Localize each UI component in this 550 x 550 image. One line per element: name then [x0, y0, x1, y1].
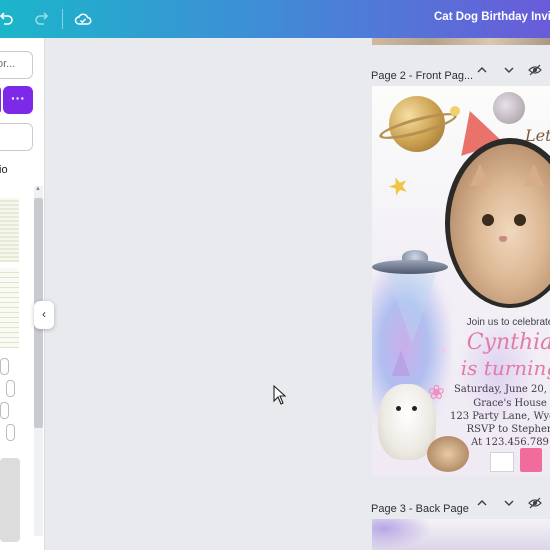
- section-label: io: [0, 164, 8, 176]
- chevron-left-icon: ‹: [42, 307, 46, 321]
- page-2-title[interactable]: Page 2 - Front Pag...: [371, 70, 473, 82]
- template-thumbnail[interactable]: [0, 268, 19, 348]
- party-hat-pompom: [450, 106, 460, 116]
- page-1-preview-edge[interactable]: [372, 38, 550, 45]
- search-placeholder: or...: [0, 58, 16, 70]
- pink-bow-icon[interactable]: ❀: [428, 380, 445, 405]
- venue-text[interactable]: Grace's House: [450, 398, 550, 409]
- birthday-name-text[interactable]: Cynthia: [450, 330, 550, 355]
- sleeping-cat-graphic[interactable]: [427, 436, 469, 472]
- filter-field[interactable]: [0, 123, 33, 151]
- generate-button[interactable]: [0, 86, 1, 114]
- scroll-up-icon[interactable]: ▲: [35, 186, 41, 192]
- cat-ear: [470, 164, 490, 186]
- chevron-up-icon[interactable]: [476, 64, 488, 79]
- event-date-text[interactable]: Saturday, June 20, 2 p: [450, 384, 550, 395]
- dog-eye: [396, 406, 401, 411]
- moon-graphic[interactable]: [493, 92, 525, 124]
- address-text[interactable]: 123 Party Lane, Wyoming: [450, 411, 550, 422]
- chevron-down-icon[interactable]: [503, 497, 515, 512]
- gift-box-graphic[interactable]: [520, 448, 542, 472]
- invitation-page-2[interactable]: ★ ✦ ✦ Let Join us to celebrate Cynthia i…: [372, 86, 550, 476]
- rsvp-text[interactable]: RSVP to Stephen: [450, 424, 550, 435]
- hide-page-icon[interactable]: [528, 497, 542, 512]
- page-3-title[interactable]: Page 3 - Back Page: [371, 503, 469, 515]
- hide-page-icon[interactable]: [528, 64, 542, 79]
- redo-icon[interactable]: [32, 9, 52, 29]
- chevron-up-icon[interactable]: [476, 497, 488, 512]
- shape-thumbnail[interactable]: [6, 380, 15, 397]
- chevron-down-icon[interactable]: [503, 64, 515, 79]
- ufo-beam: [388, 274, 436, 344]
- cat-nose: [499, 236, 507, 242]
- shape-thumbnails: [0, 358, 19, 448]
- ufo-graphic[interactable]: [372, 260, 448, 274]
- undo-icon[interactable]: [0, 9, 16, 29]
- watercolor-splash: [372, 519, 432, 550]
- search-input[interactable]: or...: [0, 51, 33, 79]
- dog-party-hat: [392, 350, 410, 376]
- cat-ear: [524, 164, 544, 186]
- shape-thumbnail[interactable]: [0, 402, 9, 419]
- document-title[interactable]: Cat Dog Birthday Invita: [434, 11, 550, 23]
- cat-eye: [514, 214, 526, 226]
- image-thumbnail[interactable]: [0, 458, 20, 542]
- cloud-saved-icon[interactable]: [73, 9, 93, 29]
- toolbar-divider: [62, 9, 63, 29]
- invite-intro-text[interactable]: Join us to celebrate: [450, 317, 550, 328]
- more-options-button[interactable]: ···: [3, 86, 33, 114]
- collapse-panel-button[interactable]: ‹: [34, 301, 54, 329]
- cat-eye: [482, 214, 494, 226]
- editor-topbar: Cat Dog Birthday Invita: [0, 0, 550, 38]
- gift-box-graphic[interactable]: [490, 452, 514, 472]
- page-3-header: Page 3 - Back Page: [371, 499, 469, 519]
- mouse-pointer-icon: [273, 384, 287, 405]
- dog-eye: [412, 406, 417, 411]
- shape-thumbnail[interactable]: [0, 358, 9, 375]
- turning-text[interactable]: is turning: [450, 356, 550, 380]
- side-panel: or... ··· io ▲: [0, 38, 45, 550]
- page-2-header: Page 2 - Front Pag...: [371, 66, 473, 86]
- shape-thumbnail[interactable]: [6, 424, 15, 441]
- template-thumbnail[interactable]: [0, 198, 19, 262]
- star-icon: ✦: [438, 344, 449, 358]
- shooting-star-icon[interactable]: ★: [384, 169, 414, 204]
